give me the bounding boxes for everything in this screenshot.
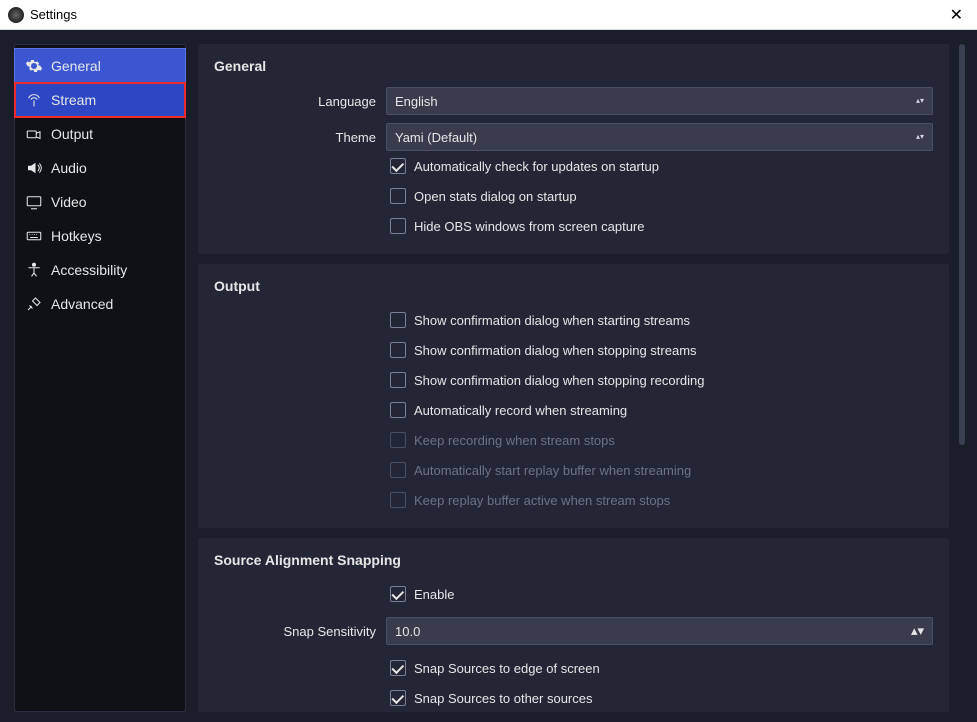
snap-sensitivity-spinbox[interactable]: 10.0 ▴▾ [386, 617, 933, 645]
close-button[interactable]: ✕ [944, 3, 969, 27]
language-label: Language [214, 94, 376, 109]
panel-snapping: Source Alignment Snapping Enable Snap Se… [198, 538, 949, 712]
check-label: Open stats dialog on startup [414, 189, 577, 204]
check-label: Automatically check for updates on start… [414, 159, 659, 174]
check-confirm-stop-recording[interactable] [390, 372, 406, 388]
gear-icon [25, 57, 43, 75]
sidebar-item-stream[interactable]: Stream [15, 83, 185, 117]
check-label: Hide OBS windows from screen capture [414, 219, 644, 234]
scrollbar[interactable] [957, 44, 967, 712]
panel-general: General Language English ▴▾ Theme Yam [198, 44, 949, 254]
settings-window: General Stream Output Audio Video [0, 30, 977, 722]
snap-sensitivity-value: 10.0 [395, 624, 420, 639]
snap-sensitivity-label: Snap Sensitivity [214, 624, 376, 639]
theme-combo[interactable]: Yami (Default) ▴▾ [386, 123, 933, 151]
theme-value: Yami (Default) [395, 130, 477, 145]
app-icon [8, 7, 24, 23]
sidebar-item-label: Audio [51, 160, 87, 176]
sidebar-item-label: Output [51, 126, 93, 142]
check-hide-obs-windows[interactable] [390, 218, 406, 234]
check-label: Automatically record when streaming [414, 403, 627, 418]
check-snap-enable[interactable] [390, 586, 406, 602]
tools-icon [25, 295, 43, 313]
check-label: Keep recording when stream stops [414, 433, 615, 448]
check-open-stats[interactable] [390, 188, 406, 204]
panel-title: Source Alignment Snapping [214, 552, 933, 568]
sidebar-item-video[interactable]: Video [15, 185, 185, 219]
check-keep-replay-buffer [390, 492, 406, 508]
sidebar-item-label: Stream [51, 92, 96, 108]
updown-icon: ▴▾ [911, 623, 924, 639]
monitor-icon [25, 193, 43, 211]
check-label: Snap Sources to edge of screen [414, 661, 600, 676]
sidebar-item-label: Accessibility [51, 262, 127, 278]
check-auto-replay-buffer [390, 462, 406, 478]
sidebar-item-label: Hotkeys [51, 228, 102, 244]
check-auto-update[interactable] [390, 158, 406, 174]
check-confirm-start-stream[interactable] [390, 312, 406, 328]
check-snap-screen-edge[interactable] [390, 660, 406, 676]
check-label: Snap Sources to other sources [414, 691, 593, 706]
check-keep-recording [390, 432, 406, 448]
check-auto-record[interactable] [390, 402, 406, 418]
title-bar: Settings ✕ [0, 0, 977, 30]
scrollbar-thumb[interactable] [959, 44, 965, 445]
sidebar-item-label: Video [51, 194, 87, 210]
accessibility-icon [25, 261, 43, 279]
antenna-icon [25, 91, 43, 109]
sidebar-item-advanced[interactable]: Advanced [15, 287, 185, 321]
sidebar-item-output[interactable]: Output [15, 117, 185, 151]
language-value: English [395, 94, 438, 109]
sidebar-item-label: General [51, 58, 101, 74]
check-label: Automatically start replay buffer when s… [414, 463, 691, 478]
check-snap-other-sources[interactable] [390, 690, 406, 706]
check-label: Enable [414, 587, 454, 602]
updown-icon: ▴▾ [916, 98, 924, 104]
settings-main: General Language English ▴▾ Theme Yam [198, 44, 967, 712]
panel-title: Output [214, 278, 933, 294]
check-label: Show confirmation dialog when stopping r… [414, 373, 705, 388]
sidebar-item-general[interactable]: General [15, 49, 185, 83]
theme-label: Theme [214, 130, 376, 145]
check-label: Show confirmation dialog when stopping s… [414, 343, 697, 358]
sidebar-item-label: Advanced [51, 296, 113, 312]
sidebar-item-accessibility[interactable]: Accessibility [15, 253, 185, 287]
camcorder-icon [25, 125, 43, 143]
panel-title: General [214, 58, 933, 74]
check-label: Keep replay buffer active when stream st… [414, 493, 670, 508]
sidebar-item-hotkeys[interactable]: Hotkeys [15, 219, 185, 253]
window-title: Settings [30, 7, 77, 22]
panel-output: Output Show confirmation dialog when sta… [198, 264, 949, 528]
language-combo[interactable]: English ▴▾ [386, 87, 933, 115]
updown-icon: ▴▾ [916, 134, 924, 140]
sidebar-item-audio[interactable]: Audio [15, 151, 185, 185]
check-label: Show confirmation dialog when starting s… [414, 313, 690, 328]
settings-sidebar: General Stream Output Audio Video [14, 44, 186, 712]
check-confirm-stop-stream[interactable] [390, 342, 406, 358]
settings-panels: General Language English ▴▾ Theme Yam [198, 44, 951, 712]
keyboard-icon [25, 227, 43, 245]
speaker-icon [25, 159, 43, 177]
